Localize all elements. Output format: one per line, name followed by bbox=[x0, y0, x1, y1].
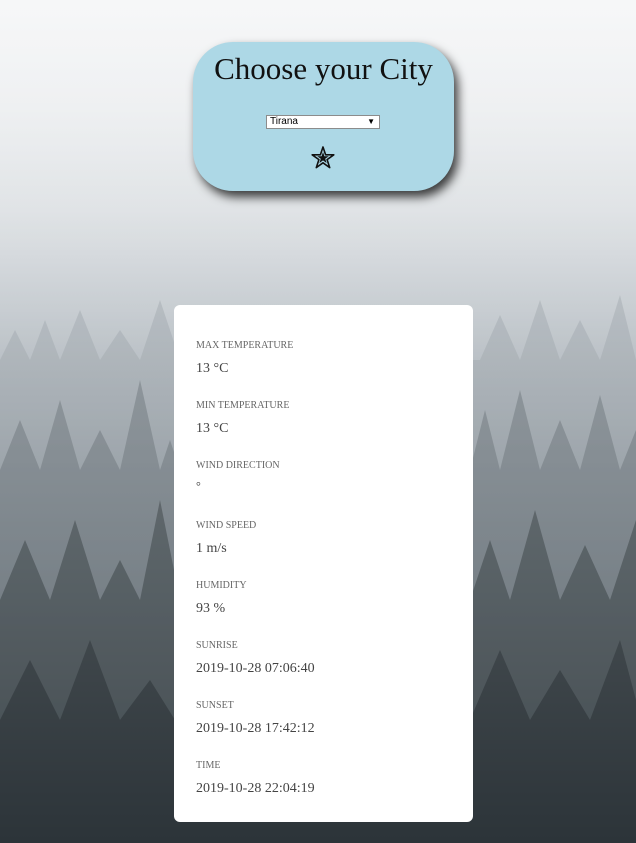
metric-value: 1 m/s bbox=[196, 541, 227, 556]
metric-value: 2019-10-28 07:06:40 bbox=[196, 661, 315, 676]
metric-label: TIME bbox=[196, 760, 221, 771]
metric-label: SUNRISE bbox=[196, 640, 238, 651]
star-icon[interactable] bbox=[311, 146, 335, 170]
city-select-value: Tirana bbox=[270, 116, 298, 127]
metric-time: TIME 2019-10-28 22:04:19 bbox=[196, 760, 315, 797]
metric-value: 2019-10-28 22:04:19 bbox=[196, 781, 315, 796]
metric-wind-speed: WIND SPEED 1 m/s bbox=[196, 520, 256, 557]
metric-label: MAX TEMPERATURE bbox=[196, 340, 294, 351]
metric-value: ° bbox=[196, 479, 201, 493]
metric-humidity: HUMIDITY 93 % bbox=[196, 580, 247, 617]
metric-max-temperature: MAX TEMPERATURE 13 °C bbox=[196, 340, 293, 377]
metric-wind-direction: WIND DIRECTION ° bbox=[196, 460, 280, 494]
weather-details-card: MAX TEMPERATURE 13 °C MIN TEMPERATURE 13… bbox=[174, 305, 473, 822]
metric-sunrise: SUNRISE 2019-10-28 07:06:40 bbox=[196, 640, 315, 677]
metric-sunset: SUNSET 2019-10-28 17:42:12 bbox=[196, 700, 315, 737]
city-select[interactable]: Tirana ▼ bbox=[266, 115, 380, 129]
metric-value: 13 °C bbox=[196, 421, 229, 436]
metric-label: HUMIDITY bbox=[196, 580, 247, 591]
metric-label: SUNSET bbox=[196, 700, 234, 711]
metric-label: WIND SPEED bbox=[196, 520, 257, 531]
metric-min-temperature: MIN TEMPERATURE 13 °C bbox=[196, 400, 289, 437]
city-selector-card: Choose your City Tirana ▼ bbox=[193, 42, 454, 191]
metric-value: 93 % bbox=[196, 601, 226, 616]
metric-label: MIN TEMPERATURE bbox=[196, 400, 290, 411]
chevron-down-icon[interactable]: ▼ bbox=[367, 116, 375, 128]
metric-value: 13 °C bbox=[196, 361, 229, 376]
page-title: Choose your City bbox=[214, 51, 433, 86]
metric-label: WIND DIRECTION bbox=[196, 460, 280, 471]
metric-value: 2019-10-28 17:42:12 bbox=[196, 721, 315, 736]
